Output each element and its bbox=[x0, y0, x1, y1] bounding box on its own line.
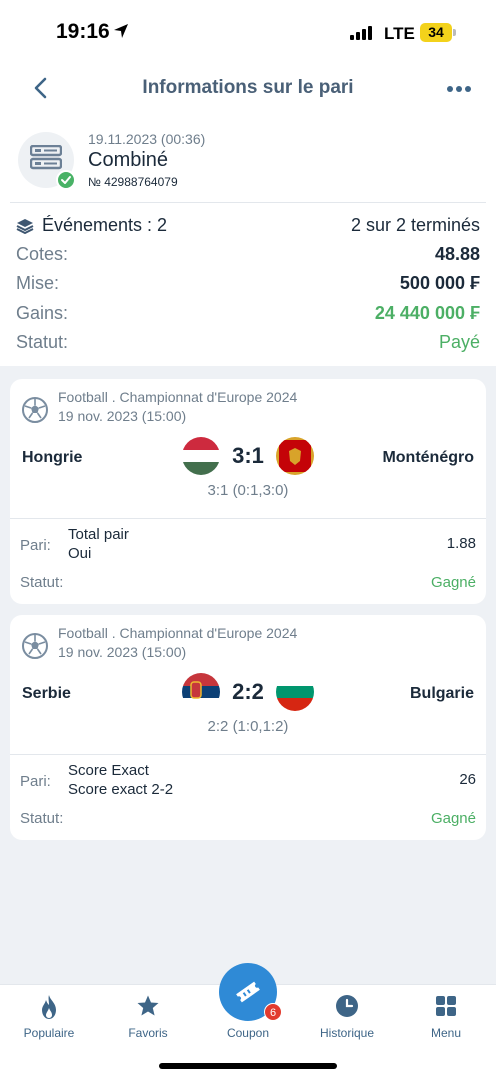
score-detail: 2:2 (1:0,1:2) bbox=[207, 718, 289, 735]
divider bbox=[10, 202, 486, 203]
bet-market: Total pair bbox=[68, 526, 129, 543]
bet-label: Pari: bbox=[20, 773, 51, 790]
nav-item-menu[interactable]: Menu bbox=[401, 985, 491, 1055]
home-team: Serbie bbox=[22, 685, 71, 702]
winnings-value: 24 440 000 ₣ bbox=[374, 303, 480, 323]
nav-label: Coupon bbox=[226, 1026, 270, 1040]
bet-outcome: Score exact 2-2 bbox=[68, 781, 174, 798]
stake-row: Mise: 500 000 ₣ bbox=[16, 273, 480, 295]
away-team: Bulgarie bbox=[409, 685, 474, 702]
status-label: Statut: bbox=[20, 574, 64, 591]
divider bbox=[10, 518, 486, 519]
status-value: Gagné bbox=[430, 810, 476, 827]
nav-label: Populaire bbox=[23, 1026, 75, 1040]
events-finished: 2 sur 2 terminés bbox=[350, 215, 480, 235]
bet-summary: 19.11.2023 (00:36) Combiné № 42988764079… bbox=[0, 116, 496, 366]
events-row: Événements : 2 2 sur 2 terminés bbox=[16, 215, 480, 237]
football-icon bbox=[22, 633, 48, 659]
nav-label: Menu bbox=[430, 1026, 462, 1040]
bet-date: 19.11.2023 (00:36) bbox=[88, 131, 206, 147]
layers-icon bbox=[16, 219, 34, 234]
star-icon bbox=[137, 995, 159, 1016]
divider bbox=[10, 754, 486, 755]
odds-label: Cotes: bbox=[16, 244, 69, 264]
flame-icon bbox=[42, 995, 56, 1019]
league-name: Football . Championnat d'Europe 2024 bbox=[58, 625, 298, 641]
stake-value: 500 000 ₣ bbox=[399, 273, 480, 293]
network-type: LTE bbox=[384, 24, 415, 43]
odds-row: Cotes: 48.88 bbox=[16, 244, 480, 266]
battery-icon: 34 bbox=[420, 23, 452, 42]
events-count: Événements : 2 bbox=[42, 215, 168, 235]
bet-number: № 42988764079 bbox=[88, 175, 178, 189]
clock-icon bbox=[336, 995, 358, 1017]
home-indicator[interactable] bbox=[159, 1063, 337, 1069]
nav-label: Historique bbox=[319, 1026, 375, 1040]
nav-item-favoris[interactable]: Favoris bbox=[103, 985, 193, 1055]
hungary-flag-icon bbox=[182, 437, 220, 475]
stake-label: Mise: bbox=[16, 273, 60, 293]
league-name: Football . Championnat d'Europe 2024 bbox=[58, 389, 298, 405]
event-card[interactable]: Football . Championnat d'Europe 2024 19 … bbox=[10, 379, 486, 604]
nav-item-populaire[interactable]: Populaire bbox=[4, 985, 94, 1055]
grid-icon bbox=[436, 996, 456, 1016]
match-score: 2:2 bbox=[232, 679, 264, 704]
winnings-row: Gains: 24 440 000 ₣ bbox=[16, 303, 480, 325]
more-options-icon[interactable] bbox=[446, 84, 472, 94]
bet-odds: 26 bbox=[459, 771, 476, 788]
nav-label: Favoris bbox=[128, 1026, 168, 1040]
check-icon bbox=[56, 170, 76, 190]
status-label: Statut: bbox=[16, 332, 69, 352]
odds-value: 48.88 bbox=[434, 244, 480, 264]
match-date: 19 nov. 2023 (15:00) bbox=[58, 408, 187, 424]
home-team: Hongrie bbox=[22, 449, 83, 466]
montenegro-flag-icon bbox=[276, 437, 314, 475]
event-card[interactable]: Football . Championnat d'Europe 2024 19 … bbox=[10, 615, 486, 840]
app-header: Informations sur le pari bbox=[0, 60, 496, 116]
page-title: Informations sur le pari bbox=[142, 77, 354, 98]
away-team: Monténégro bbox=[382, 449, 474, 466]
serbia-flag-icon bbox=[182, 673, 220, 711]
bet-odds: 1.88 bbox=[446, 535, 476, 552]
status-row: Statut: Payé bbox=[16, 332, 480, 354]
match-date: 19 nov. 2023 (15:00) bbox=[58, 644, 187, 660]
bet-market: Score Exact bbox=[68, 762, 149, 779]
status-bar: 19:16 LTE 34 bbox=[0, 0, 496, 60]
status-value: Gagné bbox=[430, 574, 476, 591]
nav-item-coupon[interactable]: Coupon bbox=[203, 985, 293, 1055]
status-value: Payé bbox=[438, 332, 480, 352]
bulgaria-flag-icon bbox=[276, 673, 314, 711]
bet-outcome: Oui bbox=[68, 545, 92, 562]
match-score: 3:1 bbox=[232, 443, 264, 468]
bet-type: Combiné bbox=[88, 149, 169, 171]
winnings-label: Gains: bbox=[16, 303, 69, 323]
battery-tip bbox=[453, 29, 456, 36]
score-detail: 3:1 (0:1,3:0) bbox=[207, 482, 289, 499]
football-icon bbox=[22, 397, 48, 423]
status-label: Statut: bbox=[20, 810, 64, 827]
location-arrow-icon bbox=[114, 24, 128, 38]
nav-item-historique[interactable]: Historique bbox=[302, 985, 392, 1055]
signal-icon bbox=[350, 26, 372, 40]
status-time: 19:16 bbox=[56, 20, 110, 43]
bet-label: Pari: bbox=[20, 537, 51, 554]
